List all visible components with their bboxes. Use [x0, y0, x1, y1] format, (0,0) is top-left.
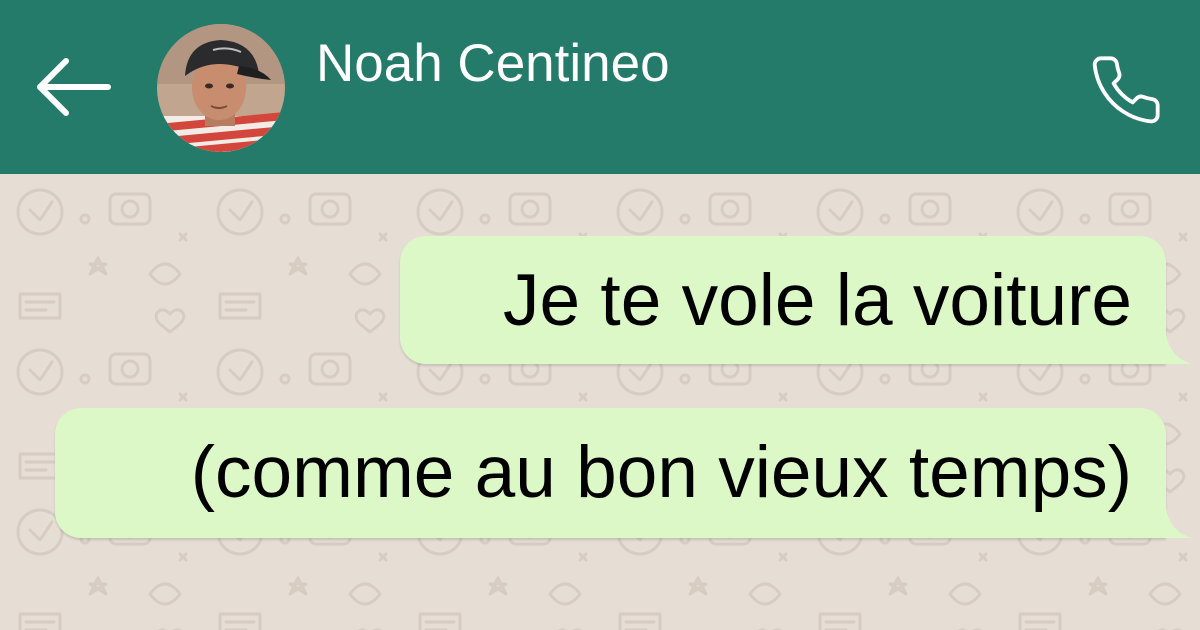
- message-text: Je te vole la voiture: [503, 260, 1132, 341]
- message-bubble[interactable]: (comme au bon vieux temps): [55, 408, 1192, 538]
- bubble-tail: [1166, 334, 1192, 364]
- contact-avatar[interactable]: [157, 24, 285, 152]
- phone-icon: [1092, 56, 1160, 124]
- arrow-left-icon: [37, 58, 111, 116]
- chat-area[interactable]: Je te vole la voiture (comme au bon vieu…: [0, 174, 1200, 630]
- bubble-tail: [1166, 508, 1192, 538]
- call-button[interactable]: [1088, 52, 1164, 128]
- back-button[interactable]: [30, 52, 116, 122]
- contact-name[interactable]: Noah Centineo: [316, 29, 670, 99]
- avatar-photo: [157, 24, 285, 152]
- message-bubble[interactable]: Je te vole la voiture: [400, 236, 1192, 364]
- message-text: (comme au bon vieux temps): [190, 432, 1132, 513]
- chat-header: Noah Centineo: [0, 0, 1200, 174]
